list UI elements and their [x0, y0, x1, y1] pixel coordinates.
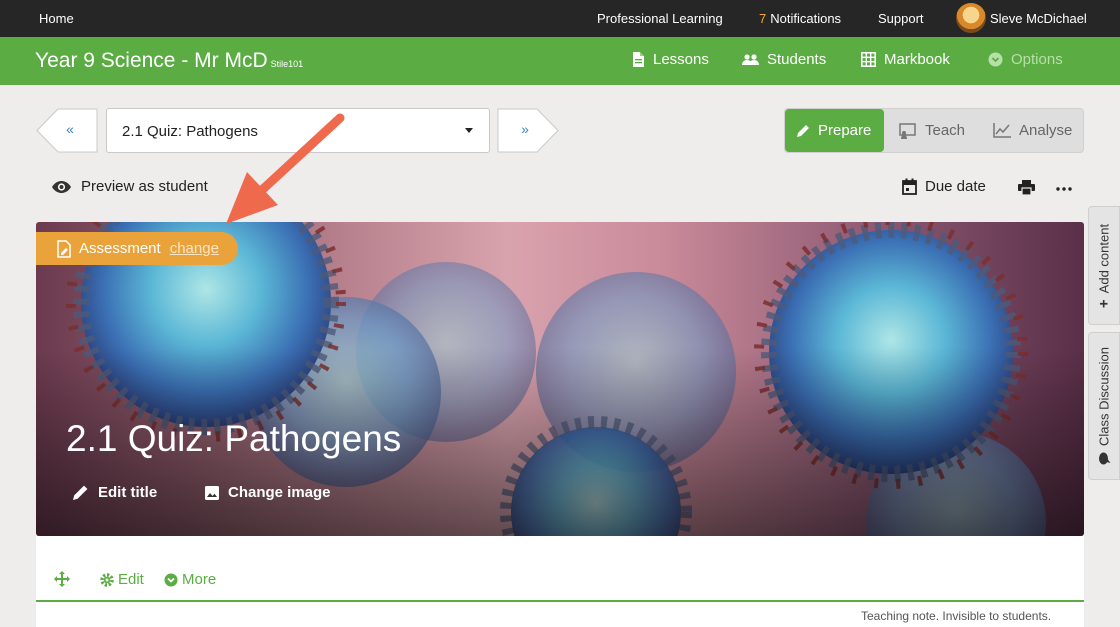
- line-chart-icon: [993, 123, 1011, 138]
- next-arrow: »: [521, 121, 529, 137]
- class-discussion-tab-content: Class Discussion: [1097, 347, 1112, 465]
- nav-lessons[interactable]: Lessons: [632, 51, 709, 68]
- add-content-tab[interactable]: + Add content: [1088, 206, 1120, 325]
- chevron-down-circle-icon: [988, 52, 1003, 67]
- lesson-title: 2.1 Quiz: Pathogens: [66, 418, 402, 459]
- lesson-hero-banner: Assessment change 2.1 Quiz: Pathogens Ed…: [36, 222, 1084, 536]
- lesson-select[interactable]: 2.1 Quiz: Pathogens: [106, 108, 490, 153]
- mode-analyse-button[interactable]: Analyse: [993, 109, 1072, 152]
- notifications-count: 7: [759, 11, 767, 26]
- plus-icon: +: [1095, 298, 1113, 308]
- preview-as-student-button[interactable]: Preview as student: [51, 178, 208, 195]
- nav-students-label: Students: [767, 51, 827, 68]
- class-discussion-label: Class Discussion: [1096, 347, 1112, 446]
- nav-students[interactable]: Students: [742, 51, 826, 68]
- preview-as-student-label: Preview as student: [81, 178, 208, 195]
- nav-markbook-label: Markbook: [884, 51, 950, 68]
- more-block-button[interactable]: More: [164, 571, 216, 588]
- document-icon: [632, 52, 645, 67]
- add-content-label: Add content: [1096, 223, 1112, 293]
- move-handle-icon[interactable]: [54, 571, 70, 587]
- mode-analyse-label: Analyse: [1019, 122, 1073, 139]
- calendar-icon: [902, 178, 917, 195]
- chevron-down-circle-icon: [164, 573, 178, 587]
- support-link[interactable]: Support: [878, 11, 924, 26]
- previous-lesson-button[interactable]: «: [36, 108, 98, 153]
- lesson-select-value: 2.1 Quiz: Pathogens: [122, 123, 258, 140]
- grid-icon: [861, 52, 876, 67]
- professional-learning-link[interactable]: Professional Learning: [597, 11, 723, 26]
- teaching-note-label: Teaching note. Invisible to students.: [861, 609, 1052, 623]
- mode-teach-button[interactable]: Teach: [899, 109, 965, 152]
- nav-options-label: Options: [1011, 51, 1063, 68]
- more-options-icon[interactable]: [1056, 180, 1072, 199]
- mode-prepare-button[interactable]: Prepare: [785, 109, 884, 152]
- edit-title-label: Edit title: [98, 484, 158, 501]
- hero-shade: [36, 222, 1084, 536]
- edit-block-button[interactable]: Edit: [100, 571, 144, 588]
- change-image-button[interactable]: Change image: [205, 484, 331, 501]
- notifications-label: Notifications: [770, 11, 842, 26]
- pencil-icon: [72, 484, 89, 501]
- nav-lessons-label: Lessons: [653, 51, 709, 68]
- nav-markbook[interactable]: Markbook: [861, 51, 950, 68]
- caret-down-icon: [465, 128, 473, 133]
- avatar[interactable]: [956, 3, 986, 33]
- class-discussion-tab[interactable]: Class Discussion: [1088, 332, 1120, 480]
- user-name[interactable]: Sleve McDichael: [990, 11, 1087, 26]
- class-title[interactable]: Year 9 Science - Mr McD Stile101: [35, 49, 303, 73]
- teach-board-icon: [899, 122, 917, 139]
- due-date-button[interactable]: Due date: [902, 178, 986, 195]
- class-title-text: Year 9 Science - Mr McD: [35, 49, 268, 72]
- image-icon: [205, 485, 219, 500]
- assessment-icon: [55, 239, 73, 258]
- change-image-label: Change image: [228, 484, 331, 501]
- edit-block-label: Edit: [118, 571, 144, 588]
- gear-icon: [100, 572, 114, 587]
- next-lesson-button[interactable]: »: [497, 108, 559, 153]
- teaching-note-divider: [36, 600, 1084, 602]
- eye-icon: [51, 180, 72, 194]
- add-content-tab-content: + Add content: [1096, 223, 1113, 307]
- top-bar: Home Professional Learning 7 Notification…: [0, 0, 1120, 37]
- class-bar: Year 9 Science - Mr McD Stile101 Lessons …: [0, 37, 1120, 85]
- class-code: Stile101: [270, 59, 304, 69]
- nav-options[interactable]: Options: [988, 51, 1063, 68]
- mode-teach-label: Teach: [925, 122, 966, 139]
- chat-bubble-icon: [1098, 452, 1110, 465]
- home-link[interactable]: Home: [39, 11, 74, 26]
- pencil-icon: [796, 124, 810, 138]
- print-icon[interactable]: [1018, 180, 1035, 200]
- notifications-link[interactable]: 7 Notifications: [759, 11, 841, 26]
- mode-switch: Prepare Teach Analyse: [784, 108, 1084, 153]
- users-icon: [742, 53, 759, 66]
- due-date-label: Due date: [925, 178, 986, 195]
- edit-title-button[interactable]: Edit title: [72, 484, 157, 501]
- previous-arrow: «: [66, 121, 74, 137]
- change-assessment-link[interactable]: change: [170, 240, 219, 257]
- more-block-label: More: [182, 571, 217, 588]
- assessment-badge: Assessment change: [36, 232, 238, 265]
- assessment-label: Assessment: [79, 240, 161, 257]
- mode-prepare-label: Prepare: [818, 122, 872, 139]
